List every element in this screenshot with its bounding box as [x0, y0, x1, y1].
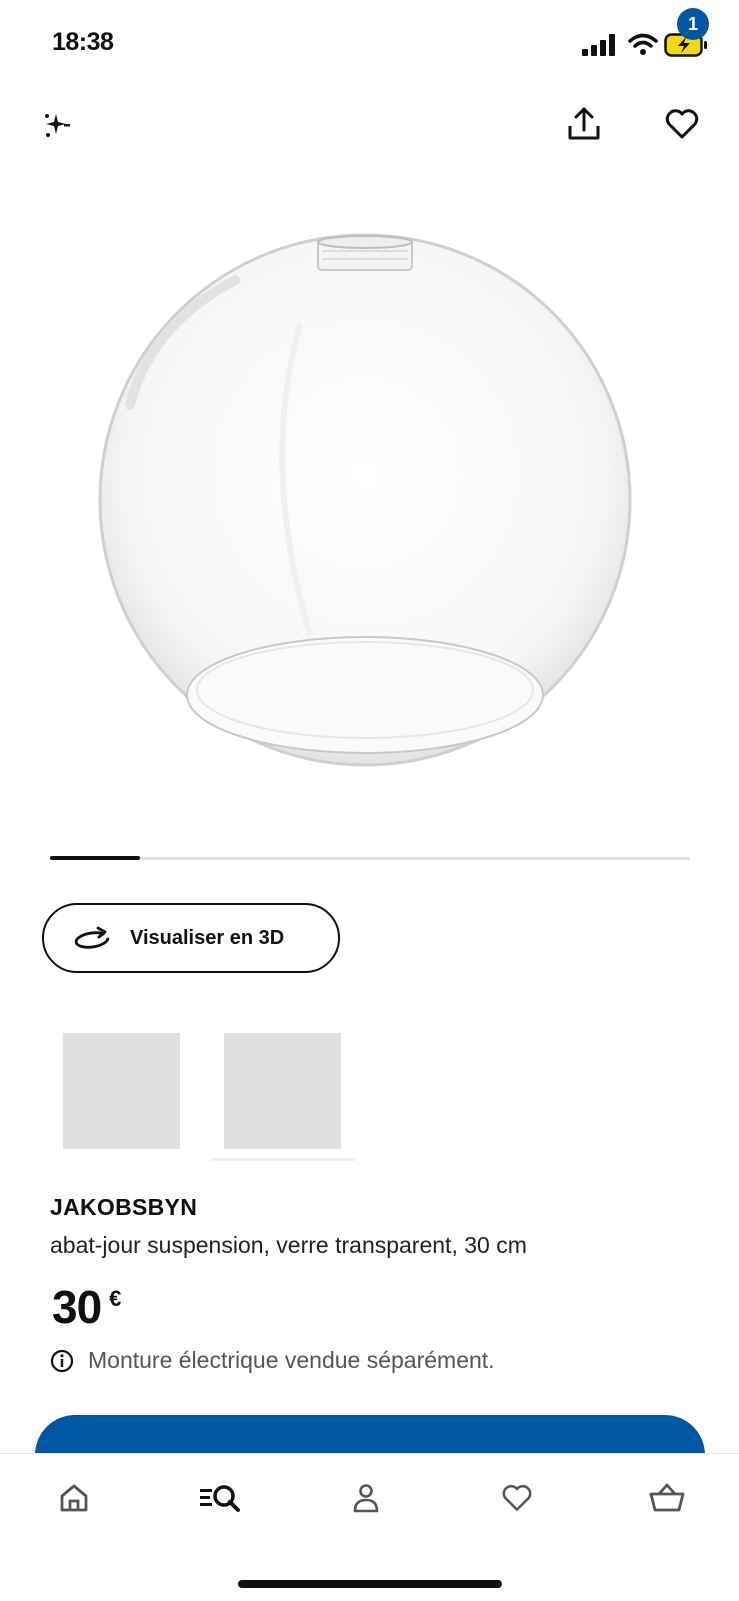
thumbnail-selection-indicator — [210, 1158, 355, 1161]
product-name: JAKOBSBYN — [50, 1194, 198, 1220]
share-button[interactable] — [562, 102, 606, 146]
search-icon — [200, 1485, 240, 1512]
home-indicator — [238, 1580, 502, 1588]
status-time: 18:38 — [52, 28, 114, 56]
basket-icon — [649, 1483, 685, 1512]
view-3d-label: Visualiser en 3D — [130, 926, 285, 949]
bottom-navigation — [0, 1453, 739, 1601]
product-info-note: Monture électrique vendue séparément. — [50, 1347, 495, 1374]
product-description: abat-jour suspension, verre transparent,… — [50, 1232, 527, 1258]
heart-icon — [665, 109, 699, 139]
nav-profile[interactable] — [342, 1474, 390, 1522]
share-icon — [568, 107, 600, 140]
home-icon — [60, 1484, 88, 1512]
rotate-3d-icon — [74, 926, 110, 949]
augmented-reality-button[interactable] — [34, 104, 78, 148]
nav-basket[interactable] — [643, 1474, 691, 1522]
profile-icon — [353, 1484, 379, 1513]
product-image[interactable] — [60, 215, 670, 775]
info-icon — [50, 1349, 74, 1372]
carousel-progress-fill — [50, 856, 140, 860]
info-text: Monture électrique vendue séparément. — [88, 1347, 495, 1373]
product-price: 30 € — [52, 1280, 121, 1334]
thumbnail-1[interactable] — [63, 1033, 180, 1149]
thumbnail-2[interactable] — [224, 1033, 341, 1149]
nav-search[interactable] — [196, 1474, 244, 1522]
price-value: 30 — [52, 1281, 102, 1333]
nav-favourites[interactable] — [493, 1474, 541, 1522]
augmented-reality-icon — [45, 114, 70, 137]
price-currency: € — [109, 1286, 122, 1311]
basket-count-badge: 1 — [677, 8, 709, 40]
wifi-icon — [628, 33, 658, 55]
carousel-progress — [50, 856, 690, 860]
signal-icon — [582, 34, 615, 56]
heart-icon — [502, 1484, 532, 1511]
nav-home[interactable] — [50, 1474, 98, 1522]
view-3d-button[interactable]: Visualiser en 3D — [42, 903, 340, 973]
favourite-button[interactable] — [660, 102, 704, 146]
